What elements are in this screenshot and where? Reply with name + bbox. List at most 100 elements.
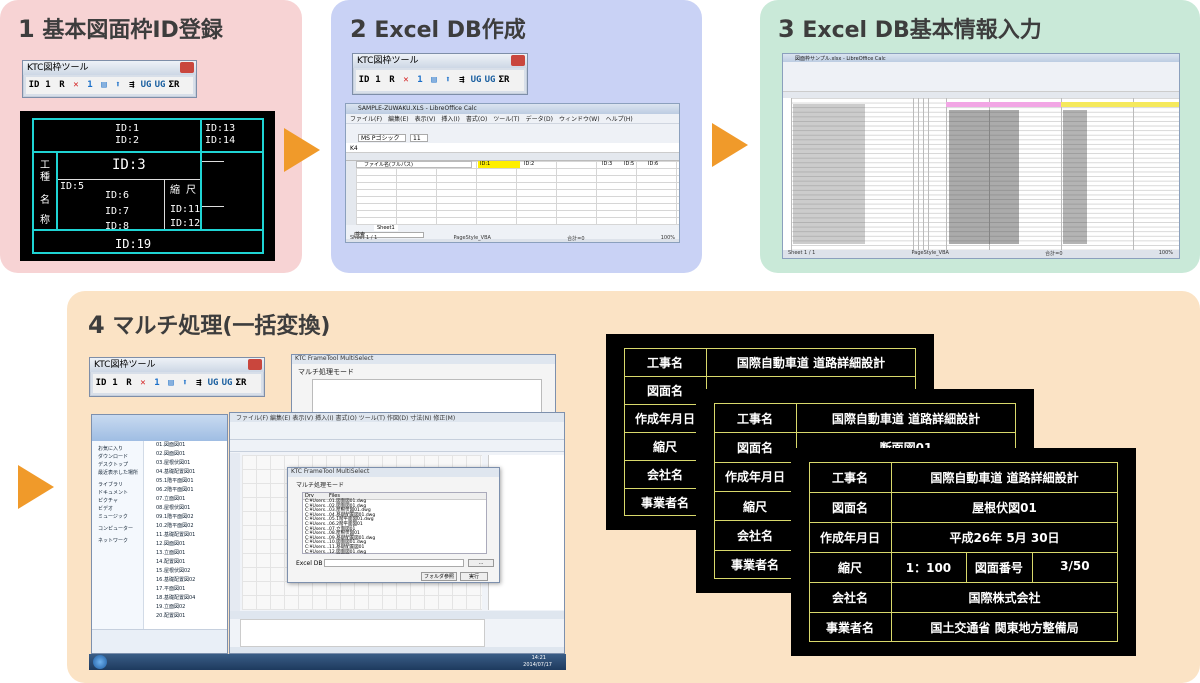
file-list-item[interactable]: 02.図面図01 (146, 450, 227, 459)
row-drv: C:¥Users... (305, 549, 330, 555)
toolbar-button-5[interactable]: ▤ (428, 73, 440, 88)
toolbar-button-10[interactable]: ΣR (498, 73, 510, 88)
explorer-nav-item[interactable]: ネットワーク (92, 537, 143, 545)
explorer-nav-item[interactable]: ミュージック (92, 513, 143, 521)
toolbar-button-8[interactable]: UG (140, 78, 152, 93)
toolbar-button-1[interactable]: 1 (42, 78, 54, 93)
explorer-nav-item[interactable]: お気に入り (92, 445, 143, 453)
file-list-item[interactable]: 14.配置図01 (146, 558, 227, 567)
file-list-item[interactable]: 20.配置図01 (146, 612, 227, 621)
file-list-item[interactable]: 10.2階平面図02 (146, 522, 227, 531)
toolbar-button-10[interactable]: ΣR (235, 376, 247, 391)
explorer-nav-item[interactable]: コンピューター (92, 525, 143, 533)
menu-item-6[interactable]: データ(D) (526, 116, 553, 123)
bg-title: KTC FrameTool MultiSelect (292, 355, 555, 364)
close-icon[interactable] (511, 55, 525, 66)
file-list-item[interactable]: 03.屋根伏図01 (146, 459, 227, 468)
toolbar-button-1[interactable]: 1 (372, 73, 384, 88)
toolbar-button-0[interactable]: ID (95, 376, 107, 391)
toolbar-button-10[interactable]: ΣR (168, 78, 180, 93)
menu-item-5[interactable]: ツール(T) (493, 116, 519, 123)
toolbar-button-0[interactable]: ID (358, 73, 370, 88)
toolbar-button-6[interactable]: ⬆ (179, 376, 191, 391)
sheet-grid[interactable] (356, 161, 679, 225)
file-list-item[interactable]: 06.2階平面図01 (146, 486, 227, 495)
toolbar-button-8[interactable]: UG (207, 376, 219, 391)
execute-button[interactable]: 実行 (460, 572, 488, 581)
toolbar-button-6[interactable]: ⬆ (442, 73, 454, 88)
toolbar-button-4[interactable]: 1 (414, 73, 426, 88)
file-list-item[interactable]: 19.立面図02 (146, 603, 227, 612)
toolbar-button-7[interactable]: ⇶ (456, 73, 468, 88)
start-button[interactable] (93, 655, 107, 669)
file-list-item[interactable]: 11.基礎配置図01 (146, 531, 227, 540)
size-select[interactable]: 11 (410, 134, 428, 142)
toolbar-button-2[interactable]: R (56, 78, 68, 93)
file-list-item[interactable]: 16.基礎配置図02 (146, 576, 227, 585)
toolbar-button-5[interactable]: ▤ (98, 78, 110, 93)
toolbar-button-6[interactable]: ⬆ (112, 78, 124, 93)
explorer-nav-item[interactable]: 最近表示した場所 (92, 469, 143, 477)
multiselect-dialog[interactable]: KTC FrameTool MultiSelect マルチ処理モード Drv F… (287, 467, 500, 583)
file-list-item[interactable]: 09.1階平面図02 (146, 513, 227, 522)
header-i: ID:6 (648, 161, 659, 167)
cell-ref[interactable]: K4 (350, 145, 358, 152)
menu-item-1[interactable]: 編集(E) (388, 116, 408, 123)
menu-item-4[interactable]: 書式(O) (466, 116, 487, 123)
id-8: ID:8 (105, 221, 130, 232)
toolbar-button-4[interactable]: 1 (84, 78, 96, 93)
close-icon[interactable] (180, 62, 194, 73)
toolbar-button-4[interactable]: 1 (151, 376, 163, 391)
dialog-file-row[interactable]: C:¥Users... 12.図面図01.dwg (303, 549, 486, 556)
file-list-item[interactable]: 15.屋根伏図02 (146, 567, 227, 576)
arrow-1 (284, 128, 320, 172)
label-koushu-2: 種 (40, 172, 50, 183)
close-icon[interactable] (248, 359, 262, 370)
ktc-toolbar-window-1[interactable]: KTC図枠ツール ID 1 R ✕ 1 ▤ ⬆ ⇶ UG UG ΣR (22, 60, 197, 98)
file-list-item[interactable]: 12.図面図01 (146, 540, 227, 549)
toolbar-button-9[interactable]: UG (484, 73, 496, 88)
toolbar-button-9[interactable]: UG (154, 78, 166, 93)
file-list-item[interactable]: 18.基礎配置図04 (146, 594, 227, 603)
menu-item-3[interactable]: 挿入(I) (441, 116, 459, 123)
toolbar-button-0[interactable]: ID (28, 78, 40, 93)
folder-browse-button[interactable]: フォルダ参照 (421, 572, 457, 581)
toolbar-button-2[interactable]: R (123, 376, 135, 391)
explorer-nav-item[interactable]: ピクチャ (92, 497, 143, 505)
file-list-item[interactable]: 07.立面図01 (146, 495, 227, 504)
menu-item-0[interactable]: ファイル(F) (350, 116, 382, 123)
toolbar-button-7[interactable]: ⇶ (193, 376, 205, 391)
toolbar-button-3[interactable]: ✕ (137, 376, 149, 391)
header-h: ID:5 (624, 161, 635, 167)
font-select[interactable]: MS Pゴシック (358, 134, 406, 142)
toolbar-button-8[interactable]: UG (470, 73, 482, 88)
ktc-toolbar-window-4[interactable]: KTC図枠ツール ID 1 R ✕ 1 ▤ ⬆ ⇶ UG UG ΣR (89, 357, 265, 397)
ktc-toolbar-window-2[interactable]: KTC図枠ツール ID 1 R ✕ 1 ▤ ⬆ ⇶ UG UG ΣR (352, 53, 528, 95)
explorer-nav-item[interactable]: ビデオ (92, 505, 143, 513)
explorer-nav-item[interactable]: ライブラリ (92, 481, 143, 489)
file-list-item[interactable]: 05.1階平面図01 (146, 477, 227, 486)
menu-item-8[interactable]: ヘルプ(H) (606, 116, 633, 123)
file-list-box[interactable]: Drv Files C:¥Users... 01.図面図01.dwg C:¥User… (302, 492, 487, 554)
browse-file-button[interactable]: ... (468, 559, 494, 567)
explorer-nav-item[interactable]: ドキュメント (92, 489, 143, 497)
sheet-tab[interactable]: Sheet1 (374, 225, 398, 231)
explorer-nav-item[interactable]: ダウンロード (92, 453, 143, 461)
menu-item-7[interactable]: ウィンドウ(W) (559, 116, 600, 123)
file-list-item[interactable]: 08.屋根伏図01 (146, 504, 227, 513)
file-list-item[interactable]: 01.図面図01 (146, 441, 227, 450)
toolbar-button-5[interactable]: ▤ (165, 376, 177, 391)
toolbar-button-7[interactable]: ⇶ (126, 78, 138, 93)
file-list-item[interactable]: 04.基礎配置図01 (146, 468, 227, 477)
menu-item-2[interactable]: 表示(V) (415, 116, 436, 123)
toolbar-button-9[interactable]: UG (221, 376, 233, 391)
toolbar-button-2[interactable]: R (386, 73, 398, 88)
file-list-item[interactable]: 17.平面図01 (146, 585, 227, 594)
toolbar-button-1[interactable]: 1 (109, 376, 121, 391)
file-list-item[interactable]: 13.立面図01 (146, 549, 227, 558)
excel-db-input[interactable] (324, 559, 464, 567)
toolbar-button-3[interactable]: ✕ (400, 73, 412, 88)
explorer-nav-item[interactable]: デスクトップ (92, 461, 143, 469)
toolbar-button-3[interactable]: ✕ (70, 78, 82, 93)
tb-drawing-number: 3/50 (1060, 559, 1090, 573)
